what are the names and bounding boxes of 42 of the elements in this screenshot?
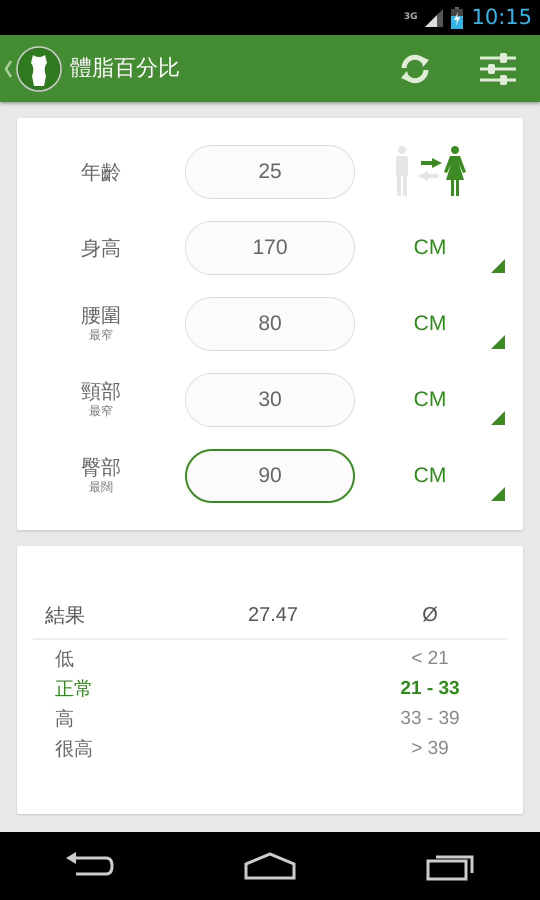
dropdown-triangle-icon xyxy=(491,335,505,349)
input-field[interactable]: 80 xyxy=(185,297,355,351)
input-field[interactable]: 90 xyxy=(185,449,355,503)
unit-dropdown[interactable]: CM xyxy=(355,449,505,503)
network-label: 3G xyxy=(404,10,418,24)
dropdown-triangle-icon xyxy=(491,259,505,273)
range-value: < 21 xyxy=(410,646,450,671)
back-caret-icon xyxy=(4,60,12,78)
unit-dropdown[interactable]: CM xyxy=(355,297,505,351)
field-label: 年齡 xyxy=(81,161,121,183)
dropdown-triangle-icon xyxy=(491,487,505,501)
range-label: 低 xyxy=(54,646,75,672)
input-field[interactable]: 170 xyxy=(185,221,355,275)
result-value: 27.47 xyxy=(246,603,300,628)
dropdown-triangle-icon xyxy=(491,411,505,425)
range-label: 正常 xyxy=(54,676,94,702)
app-logo-icon xyxy=(16,46,62,92)
range-value: > 39 xyxy=(410,736,450,761)
result-symbol: Ø xyxy=(421,603,439,628)
signal-icon xyxy=(425,8,444,26)
field-label: 頸部 xyxy=(81,380,121,402)
field-label: 腰圍 xyxy=(81,304,121,326)
app-title: 體脂百分比 xyxy=(70,55,181,83)
settings-button[interactable] xyxy=(480,52,516,84)
unit-dropdown[interactable]: CM xyxy=(355,221,505,275)
unit-dropdown[interactable]: CM xyxy=(355,373,505,427)
range-value: 33 - 39 xyxy=(399,706,461,731)
input-field[interactable]: 25 xyxy=(185,145,355,199)
range-value: 21 - 33 xyxy=(399,676,461,701)
range-label: 很高 xyxy=(54,736,94,762)
field-label: 臀部 xyxy=(81,456,121,478)
result-label: 結果 xyxy=(44,602,86,629)
field-hint: 最窄 xyxy=(89,403,113,420)
field-hint: 最闊 xyxy=(89,479,113,496)
home-nav-button[interactable] xyxy=(242,852,297,880)
field-hint: 最窄 xyxy=(89,327,113,344)
back-button[interactable] xyxy=(4,46,62,92)
range-label: 高 xyxy=(54,706,75,732)
clock: 10:15 xyxy=(471,4,532,31)
field-label: 身高 xyxy=(81,237,121,259)
battery-icon xyxy=(451,6,464,28)
input-field[interactable]: 30 xyxy=(185,373,355,427)
